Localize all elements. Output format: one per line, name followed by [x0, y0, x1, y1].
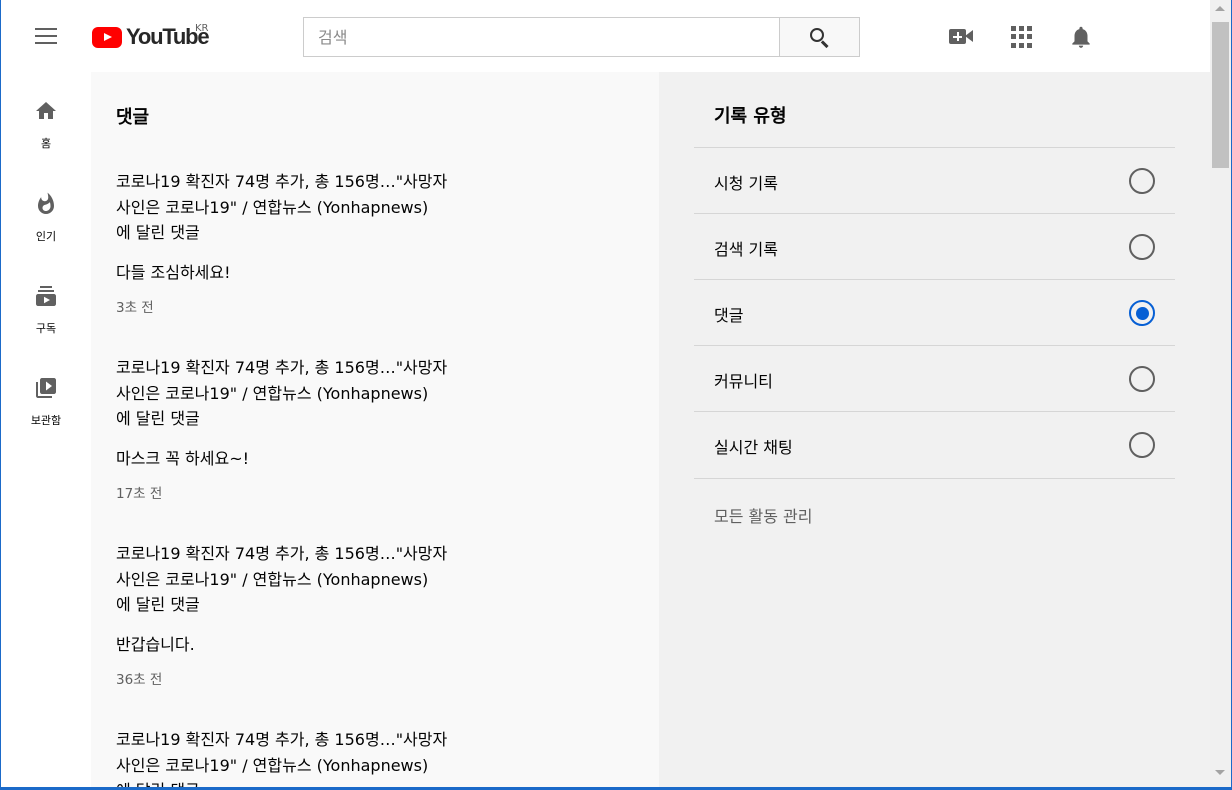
- video-title-line: 코로나19 확진자 74명 추가, 총 156명…"사망자: [116, 730, 448, 749]
- video-title-line: 코로나19 확진자 74명 추가, 총 156명…"사망자: [116, 172, 448, 191]
- masthead: YouTube KR: [1, 0, 1210, 72]
- comment-time: 36초 전: [116, 672, 163, 688]
- radio-button-selected[interactable]: [1129, 300, 1155, 326]
- youtube-logo[interactable]: YouTube: [92, 24, 210, 50]
- option-search-history[interactable]: 검색 기록: [694, 213, 1175, 279]
- radio-button[interactable]: [1129, 168, 1155, 194]
- guide-label-library: 보관함: [30, 414, 62, 427]
- divider: [694, 478, 1175, 479]
- option-label: 커뮤니티: [714, 372, 773, 391]
- video-title-line: 사인은 코로나19" / 연합뉴스 (Yonhapnews): [116, 756, 429, 775]
- comments-feed: 댓글 코로나19 확진자 74명 추가, 총 156명…"사망자 사인은 코로나…: [91, 72, 659, 787]
- library-icon: [34, 376, 58, 400]
- comment-item: 코로나19 확진자 74명 추가, 총 156명…"사망자 사인은 코로나19"…: [116, 355, 636, 502]
- radio-button[interactable]: [1129, 366, 1155, 392]
- comment-item: 코로나19 확진자 74명 추가, 총 156명…"사망자 사인은 코로나19"…: [116, 541, 636, 688]
- comment-suffix: 에 달린 댓글: [116, 595, 200, 614]
- option-label: 실시간 채팅: [714, 438, 793, 457]
- comment-video-link[interactable]: 코로나19 확진자 74명 추가, 총 156명…"사망자 사인은 코로나19"…: [116, 169, 496, 221]
- manage-all-activity-link[interactable]: 모든 활동 관리: [714, 503, 813, 527]
- video-title-line: 사인은 코로나19" / 연합뉴스 (Yonhapnews): [116, 570, 429, 589]
- guide-sidebar: 홈 인기 구독 보관함: [1, 72, 91, 787]
- video-title-line: 사인은 코로나19" / 연합뉴스 (Yonhapnews): [116, 198, 429, 217]
- comment-time: 3초 전: [116, 300, 154, 316]
- comment-suffix: 에 달린 댓글: [116, 223, 200, 242]
- youtube-play-icon: [92, 26, 122, 48]
- comment-text: 반갑습니다.: [116, 635, 195, 654]
- video-title-line: 코로나19 확진자 74명 추가, 총 156명…"사망자: [116, 358, 448, 377]
- comment-time: 17초 전: [116, 486, 163, 502]
- video-title-line: 사인은 코로나19" / 연합뉴스 (Yonhapnews): [116, 384, 429, 403]
- option-watch-history[interactable]: 시청 기록: [694, 147, 1175, 213]
- notifications-bell-icon[interactable]: [1068, 24, 1094, 50]
- region-code: KR: [195, 23, 209, 34]
- guide-item-trending[interactable]: 인기: [1, 192, 91, 266]
- comment-item: 코로나19 확진자 74명 추가, 총 156명…"사망자 사인은 코로나19"…: [116, 727, 636, 787]
- guide-label-trending: 인기: [35, 230, 57, 243]
- panel-title: 기록 유형: [714, 106, 787, 127]
- comment-video-link[interactable]: 코로나19 확진자 74명 추가, 총 156명…"사망자 사인은 코로나19"…: [116, 355, 496, 407]
- history-type-panel: 기록 유형 시청 기록 검색 기록 댓글 커뮤니티 실시간 채팅 모든 활동 관…: [659, 72, 1210, 787]
- option-label: 시청 기록: [714, 174, 778, 193]
- search-button[interactable]: [779, 17, 860, 57]
- guide-item-subscriptions[interactable]: 구독: [1, 284, 91, 358]
- create-video-icon[interactable]: [948, 24, 974, 50]
- search-box: [303, 17, 780, 57]
- comment-video-link[interactable]: 코로나19 확진자 74명 추가, 총 156명…"사망자 사인은 코로나19"…: [116, 727, 496, 779]
- subscriptions-icon: [34, 284, 58, 308]
- radio-button[interactable]: [1129, 234, 1155, 260]
- radio-button[interactable]: [1129, 432, 1155, 458]
- apps-grid-icon[interactable]: [1009, 24, 1035, 50]
- comment-video-link[interactable]: 코로나19 확진자 74명 추가, 총 156명…"사망자 사인은 코로나19"…: [116, 541, 496, 593]
- feed-title: 댓글: [116, 107, 150, 128]
- scroll-up-arrow-icon[interactable]: [1215, 6, 1225, 11]
- comment-text: 다들 조심하세요!: [116, 263, 231, 282]
- option-live-chat[interactable]: 실시간 채팅: [694, 411, 1175, 477]
- scrollbar[interactable]: [1210, 0, 1231, 787]
- video-title-line: 코로나19 확진자 74명 추가, 총 156명…"사망자: [116, 544, 448, 563]
- trending-icon: [34, 192, 58, 216]
- comment-suffix: 에 달린 댓글: [116, 409, 200, 428]
- guide-label-subscriptions: 구독: [35, 322, 57, 335]
- comment-item: 코로나19 확진자 74명 추가, 총 156명…"사망자 사인은 코로나19"…: [116, 169, 636, 316]
- home-icon: [34, 99, 58, 123]
- scrollbar-thumb[interactable]: [1212, 22, 1229, 168]
- comment-suffix: 에 달린 댓글: [116, 779, 636, 787]
- guide-item-home[interactable]: 홈: [1, 99, 91, 173]
- option-label: 댓글: [714, 306, 744, 325]
- guide-label-home: 홈: [40, 137, 52, 150]
- option-community[interactable]: 커뮤니티: [694, 345, 1175, 411]
- option-label: 검색 기록: [714, 240, 778, 259]
- comment-text: 마스크 꼭 하세요~!: [116, 449, 250, 468]
- search-input[interactable]: [304, 18, 780, 56]
- guide-item-library[interactable]: 보관함: [1, 376, 91, 450]
- option-comments[interactable]: 댓글: [694, 279, 1175, 345]
- menu-icon[interactable]: [25, 22, 65, 52]
- scroll-down-arrow-icon[interactable]: [1215, 770, 1225, 775]
